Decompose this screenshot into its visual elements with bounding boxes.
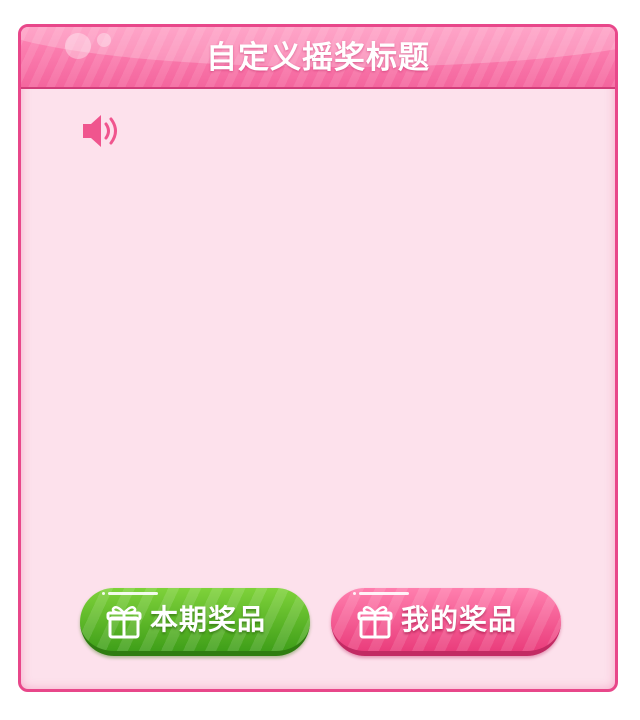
lottery-panel: 自定义摇奖标题 本期奖品 我的奖品 bbox=[18, 24, 618, 692]
speaker-icon bbox=[83, 115, 117, 147]
page-title: 自定义摇奖标题 bbox=[206, 40, 430, 76]
button-gloss bbox=[353, 592, 356, 595]
button-gloss bbox=[102, 592, 105, 595]
my-prizes-label: 我的奖品 bbox=[401, 603, 518, 636]
gift-icon bbox=[357, 605, 393, 639]
current-prizes-button[interactable]: 本期奖品 bbox=[80, 588, 310, 656]
my-prizes-button[interactable]: 我的奖品 bbox=[331, 588, 561, 656]
sound-toggle-button[interactable] bbox=[81, 111, 127, 151]
current-prizes-label: 本期奖品 bbox=[150, 603, 267, 636]
panel-header: 自定义摇奖标题 bbox=[21, 27, 615, 89]
gift-icon bbox=[106, 605, 142, 639]
